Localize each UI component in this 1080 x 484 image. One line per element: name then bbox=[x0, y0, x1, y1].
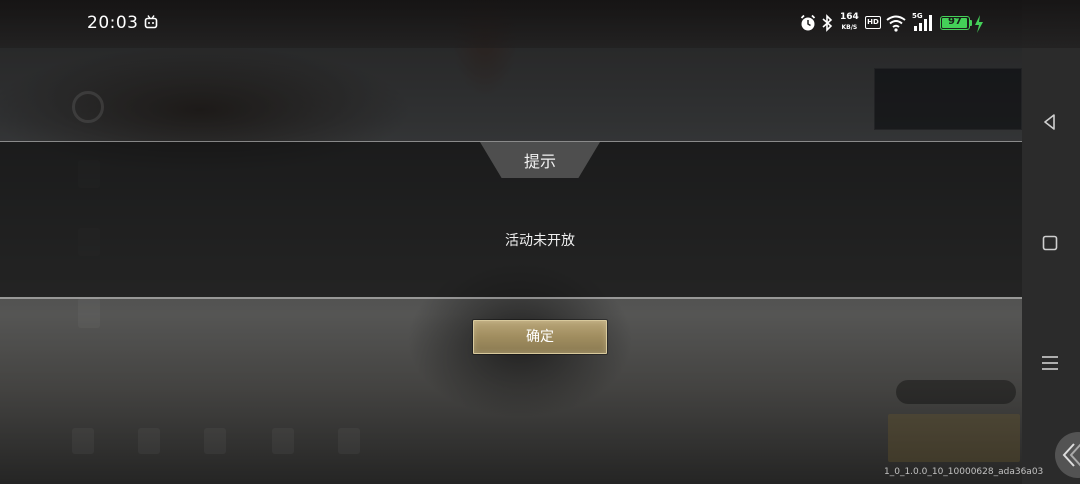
battery-level: 97 bbox=[948, 16, 962, 27]
cellular-signal-icon bbox=[914, 15, 932, 31]
alarm-icon bbox=[800, 14, 816, 31]
dialog-message: 活动未开放 bbox=[505, 233, 575, 249]
dialog-bottom-border bbox=[0, 297, 1022, 299]
nav-menu-button[interactable] bbox=[1034, 347, 1066, 379]
app-notification-icon bbox=[144, 15, 158, 29]
wifi-icon bbox=[886, 15, 906, 32]
status-bar: 20:03 164 KB/S HD 5G 97 bbox=[0, 0, 1080, 48]
hd-badge: HD bbox=[865, 16, 881, 29]
battery-indicator: 97 bbox=[940, 16, 970, 30]
home-icon bbox=[1042, 235, 1058, 251]
menu-icon bbox=[1042, 356, 1058, 370]
charging-icon bbox=[975, 15, 983, 33]
net-speed: 164 KB/S bbox=[840, 13, 859, 32]
dialog-top-border bbox=[0, 141, 1022, 142]
side-drawer-handle[interactable] bbox=[1052, 432, 1080, 478]
status-time: 20:03 bbox=[87, 13, 139, 33]
nav-back-button[interactable] bbox=[1034, 106, 1066, 138]
net-speed-value: 164 bbox=[840, 12, 859, 22]
dialog-title: 提示 bbox=[523, 152, 556, 171]
nav-home-button[interactable] bbox=[1034, 227, 1066, 259]
battery-tip bbox=[970, 20, 972, 26]
bluetooth-icon bbox=[822, 14, 833, 32]
confirm-button[interactable]: 确定 bbox=[473, 320, 607, 354]
back-icon bbox=[1044, 114, 1055, 130]
net-speed-unit: KB/S bbox=[841, 24, 858, 31]
build-version: 1_0_1.0.0_10_10000628_ada36a03 bbox=[884, 467, 1044, 477]
